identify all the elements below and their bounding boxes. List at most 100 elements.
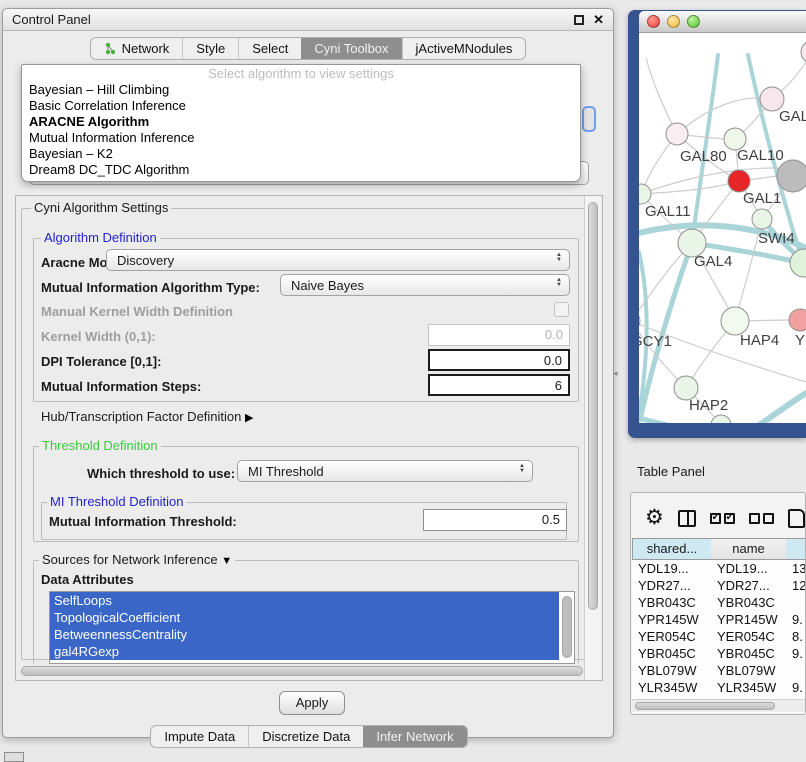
mi-type-label: Mutual Information Algorithm Type:: [41, 280, 260, 295]
combo-arrows-icon: ▲▼: [519, 464, 525, 474]
network-node-swi4[interactable]: [752, 209, 772, 229]
hub-definition-toggle[interactable]: Hub/Transcription Factor Definition ▶: [41, 409, 253, 424]
mi-type-combo[interactable]: Naive Bayes ▲▼: [280, 274, 570, 296]
kernel-width-field[interactable]: 0.0: [428, 324, 570, 346]
manual-kernel-label: Manual Kernel Width Definition: [41, 304, 233, 319]
attribute-list-scrollbar[interactable]: [562, 596, 572, 658]
table-row[interactable]: YDL19...YDL19...13: [632, 560, 806, 577]
sources-group-toggle[interactable]: Sources for Network Inference ▼: [39, 553, 235, 568]
table-cell: YBR045C: [638, 645, 712, 662]
manual-kernel-checkbox[interactable]: [554, 302, 569, 317]
dpi-tolerance-field[interactable]: 0.0: [428, 349, 570, 371]
network-canvas[interactable]: GALGAL80GAL10GAL1GAL11GAL4SWI4HAP4YGCY1H…: [639, 33, 806, 423]
node-label: GAL80: [680, 148, 727, 165]
tab-select[interactable]: Select: [238, 38, 301, 59]
column-header-shared[interactable]: shared...: [632, 538, 712, 560]
tab-label: Cyni Toolbox: [314, 41, 388, 56]
table-hscroll-thumb[interactable]: [635, 702, 775, 710]
cyni-settings-group-title: Cyni Algorithm Settings: [31, 201, 171, 215]
algorithm-option[interactable]: Bayesian – K2: [22, 146, 580, 162]
attribute-item[interactable]: SelfLoops: [50, 592, 559, 609]
which-threshold-combo[interactable]: MI Threshold ▲▼: [237, 460, 533, 482]
algorithm-option[interactable]: ARACNE Algorithm: [22, 114, 580, 130]
table-row[interactable]: YBL079WYBL079W: [632, 662, 806, 679]
tab-network[interactable]: Network: [91, 38, 183, 59]
network-node-hap4[interactable]: [721, 307, 749, 335]
tab-jactivemnodules[interactable]: jActiveMNodules: [402, 38, 526, 59]
mi-type-value: Naive Bayes: [291, 278, 364, 293]
gear-icon[interactable]: ⚙: [645, 507, 664, 529]
aracne-mode-combo[interactable]: Discovery ▲▼: [106, 249, 570, 271]
column-header-a[interactable]: A: [786, 538, 806, 560]
deselect-all-checkboxes-icon[interactable]: [749, 513, 774, 524]
float-window-icon[interactable]: [574, 15, 584, 25]
algorithm-combo-arrow-fragment[interactable]: [582, 106, 596, 132]
attribute-item[interactable]: gal4RGexp: [50, 643, 559, 660]
node-label: Y: [795, 332, 805, 349]
network-node-gal80[interactable]: [666, 123, 688, 145]
table-cell: YPR145W: [717, 611, 787, 628]
network-node-y[interactable]: [789, 309, 806, 331]
combo-arrows-icon: ▲▼: [556, 278, 562, 288]
network-node-gal1[interactable]: [728, 170, 750, 192]
select-all-checkboxes-icon[interactable]: [710, 513, 735, 524]
network-window-titlebar[interactable]: [639, 11, 806, 33]
table-cell: YBL079W: [638, 662, 712, 679]
tab-style[interactable]: Style: [182, 38, 238, 59]
apply-button[interactable]: Apply: [279, 691, 345, 715]
mi-steps-field[interactable]: 6: [428, 374, 570, 396]
table-toolbar: ⚙: [631, 503, 805, 533]
table-row[interactable]: YBR043CYBR043C: [632, 594, 806, 611]
collapsed-panel-icon[interactable]: [4, 752, 24, 762]
bottom-tab-infer-network[interactable]: Infer Network: [363, 726, 466, 747]
table-cell: YBR045C: [717, 645, 787, 662]
zoom-traffic-icon[interactable]: [687, 15, 700, 28]
data-attributes-label: Data Attributes: [41, 572, 134, 587]
bottom-tab-bar: Impute DataDiscretize DataInfer Network: [3, 725, 615, 748]
table-cell: YLR345W: [638, 679, 712, 696]
vertical-scrollbar-track[interactable]: [584, 196, 601, 680]
table-row[interactable]: YBR045CYBR045C9.: [632, 645, 806, 662]
table-row[interactable]: YER054CYER054C8.: [632, 628, 806, 645]
network-node-gal11[interactable]: [639, 184, 651, 204]
vertical-scrollbar-thumb[interactable]: [588, 202, 598, 610]
splitter-arrow-icon[interactable]: ◂: [613, 368, 618, 379]
table-row[interactable]: YPR145WYPR145W9.: [632, 611, 806, 628]
export-table-icon[interactable]: [788, 509, 805, 528]
data-attributes-list[interactable]: SelfLoopsTopologicalCoefficientBetweenne…: [49, 591, 575, 664]
table-panel: ⚙ shared...nameA YDL19...YDL19...13YDR27…: [630, 492, 806, 715]
tab-label: Network: [122, 41, 170, 56]
network-node[interactable]: [801, 41, 806, 63]
network-node[interactable]: [777, 160, 806, 192]
table-cell: YDL19...: [717, 560, 787, 577]
attribute-item[interactable]: BetweennessCentrality: [50, 626, 559, 643]
table-cell: 13: [792, 560, 806, 577]
tab-label: Select: [252, 41, 288, 56]
table-cell: YDR27...: [638, 577, 712, 594]
table-row[interactable]: YDR27...YDR27...12: [632, 577, 806, 594]
horizontal-scrollbar[interactable]: [21, 666, 583, 676]
algorithm-option[interactable]: Mutual Information Inference: [22, 130, 580, 146]
minimize-traffic-icon[interactable]: [667, 15, 680, 28]
mi-threshold-field[interactable]: 0.5: [423, 509, 567, 531]
aracne-mode-value: Discovery: [117, 253, 174, 268]
close-icon[interactable]: ✕: [593, 15, 604, 25]
table-row[interactable]: YLR345WYLR345W9.: [632, 679, 806, 696]
mi-threshold-label: Mutual Information Threshold:: [49, 514, 237, 529]
column-header-name[interactable]: name: [711, 538, 787, 560]
tab-cyni-toolbox[interactable]: Cyni Toolbox: [301, 38, 401, 59]
node-label: GAL11: [645, 203, 691, 220]
algorithm-option[interactable]: Dream8 DC_TDC Algorithm: [22, 162, 580, 178]
split-columns-icon[interactable]: [678, 510, 696, 527]
control-panel-titlebar[interactable]: Control Panel ✕: [3, 9, 613, 31]
combo-arrows-icon: ▲▼: [556, 253, 562, 263]
table-horizontal-scrollbar[interactable]: [632, 699, 805, 712]
close-traffic-icon[interactable]: [647, 15, 660, 28]
attribute-item[interactable]: TopologicalCoefficient: [50, 609, 559, 626]
bottom-tab-discretize-data[interactable]: Discretize Data: [248, 726, 363, 747]
bottom-tab-impute-data[interactable]: Impute Data: [151, 726, 248, 747]
network-node-gcy1[interactable]: [639, 311, 640, 331]
algorithm-option[interactable]: Bayesian – Hill Climbing: [22, 82, 580, 98]
algorithm-option[interactable]: Basic Correlation Inference: [22, 98, 580, 114]
algorithm-definition-title: Algorithm Definition: [41, 231, 160, 245]
